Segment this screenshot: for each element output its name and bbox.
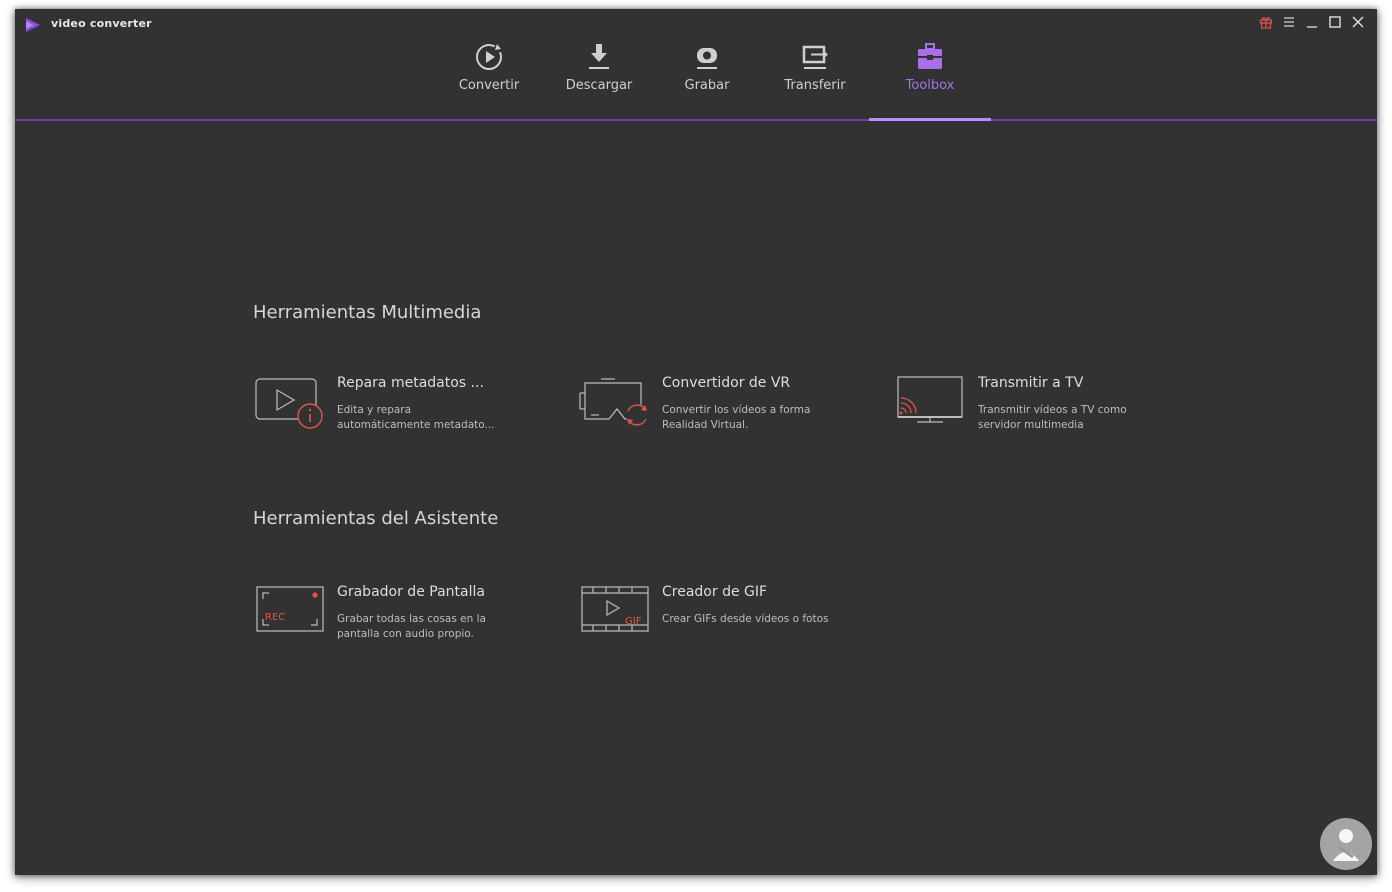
svg-text:REC: REC xyxy=(265,612,285,623)
gift-button[interactable] xyxy=(1254,13,1277,31)
tool-description: Grabar todas las cosas en la pantalla co… xyxy=(337,613,486,640)
tool-title: Repara metadatos ... xyxy=(337,375,484,391)
watermark-logo-icon xyxy=(1320,818,1372,870)
close-button[interactable] xyxy=(1346,13,1369,31)
section-title-multimedia: Herramientas Multimedia xyxy=(253,302,482,323)
gift-icon xyxy=(1259,17,1272,29)
toolbox-icon xyxy=(918,43,942,69)
main-nav: Convertir Descargar Grabar Transferir To… xyxy=(15,37,1377,119)
tool-gif-maker[interactable]: GIF Creador de GIF Crear GIFs desde víde… xyxy=(579,584,879,654)
tool-description: Crear GIFs desde vídeos o fotos xyxy=(662,613,829,625)
tool-cast-to-tv[interactable]: Transmitir a TV Transmitir vídeos a TV c… xyxy=(895,375,1195,445)
tool-description: Edita y repara automáticamente metadato.… xyxy=(337,404,495,431)
vr-converter-icon xyxy=(579,378,648,426)
app-title: video converter xyxy=(51,17,152,30)
maximize-button[interactable] xyxy=(1323,13,1346,31)
tool-vr-converter[interactable]: Convertidor de VR Convertir los vídeos a… xyxy=(579,375,879,445)
tool-repair-metadata[interactable]: Repara metadatos ... Edita y repara auto… xyxy=(254,375,554,445)
minimize-icon xyxy=(1306,26,1317,28)
menu-button[interactable] xyxy=(1277,13,1300,31)
transfer-icon xyxy=(802,45,828,69)
window-controls xyxy=(1254,13,1369,31)
maximize-icon xyxy=(1328,16,1341,28)
tab-label: Toolbox xyxy=(905,78,955,93)
tool-title: Grabador de Pantalla xyxy=(337,584,485,600)
section-title-asistente: Herramientas del Asistente xyxy=(253,508,499,529)
record-icon xyxy=(697,48,717,69)
tool-description: Convertir los vídeos a forma Realidad Vi… xyxy=(662,404,811,431)
menu-icon xyxy=(1283,17,1294,27)
tool-title: Transmitir a TV xyxy=(978,375,1084,391)
metadata-repair-icon xyxy=(255,378,323,429)
minimize-button[interactable] xyxy=(1300,13,1323,31)
tab-descargar[interactable]: Descargar xyxy=(544,37,654,119)
convert-icon xyxy=(476,44,502,70)
toolbox-content: Herramientas Multimedia Repara metadatos… xyxy=(15,121,1377,875)
tool-screen-recorder[interactable]: REC Grabador de Pantalla Grabar todas la… xyxy=(254,584,554,654)
tab-transferir[interactable]: Transferir xyxy=(760,37,870,119)
tab-label: Grabar xyxy=(684,78,730,93)
download-icon xyxy=(589,44,609,69)
tool-title: Creador de GIF xyxy=(662,584,768,600)
app-logo-icon xyxy=(26,18,40,32)
gif-maker-icon: GIF xyxy=(581,586,649,632)
close-icon xyxy=(1352,16,1363,28)
title-bar: video converter Convertir Descargar Grab… xyxy=(15,9,1377,121)
tab-convertir[interactable]: Convertir xyxy=(434,37,544,119)
screen-recorder-icon: REC xyxy=(256,586,324,632)
tool-title: Convertidor de VR xyxy=(662,375,791,391)
tab-label: Transferir xyxy=(784,78,846,93)
tab-grabar[interactable]: Grabar xyxy=(652,37,762,119)
cast-to-tv-icon xyxy=(897,376,963,423)
tab-label: Descargar xyxy=(565,78,633,93)
tab-label: Convertir xyxy=(458,78,520,93)
svg-text:GIF: GIF xyxy=(625,616,642,627)
tool-description: Transmitir vídeos a TV como servidor mul… xyxy=(978,404,1127,431)
tab-toolbox[interactable]: Toolbox xyxy=(875,37,985,119)
app-window: video converter Convertir Descargar Grab… xyxy=(15,9,1377,875)
